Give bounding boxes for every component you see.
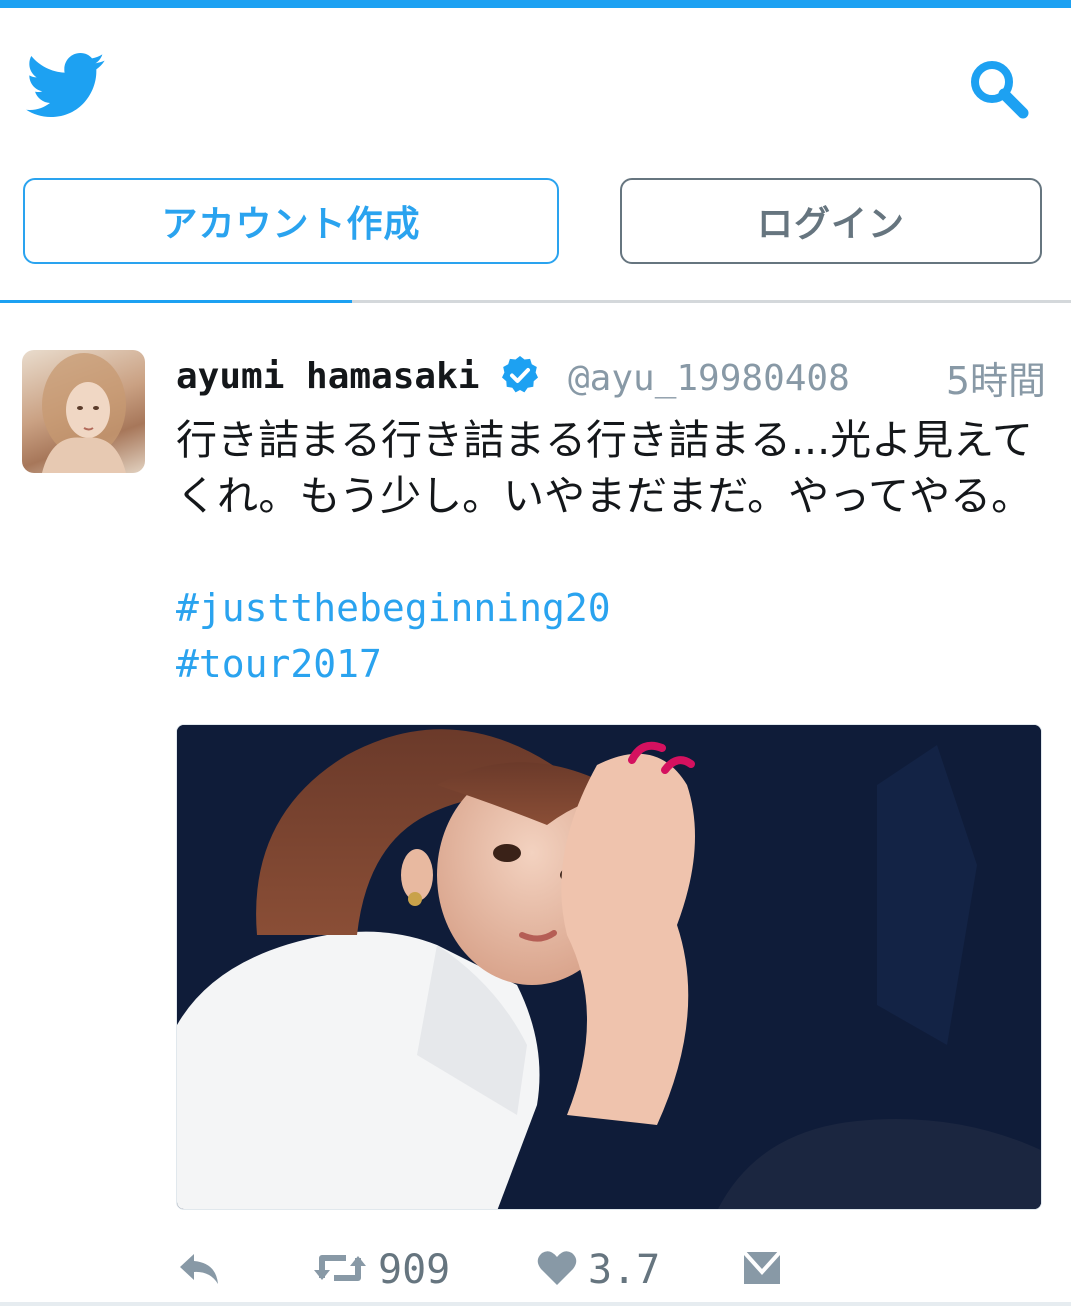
envelope-icon: [742, 1250, 782, 1290]
retweet-count: 909: [378, 1247, 451, 1293]
author-handle[interactable]: @ayu_19980408: [568, 358, 850, 399]
tweet-timestamp[interactable]: 5時間: [946, 350, 1046, 405]
tweet-actions: 909 3.7: [176, 1240, 1042, 1300]
tweet-photo[interactable]: [176, 724, 1042, 1210]
verified-badge-icon: [499, 354, 541, 396]
login-button[interactable]: ログイン: [620, 178, 1042, 264]
tab-active-indicator: [0, 300, 352, 303]
like-button[interactable]: 3.7: [536, 1240, 660, 1300]
hashtag-link[interactable]: #tour2017: [176, 642, 382, 686]
twitter-bird-icon[interactable]: [26, 52, 106, 120]
tweet-header: ayumi hamasaki @ayu_19980408 5時間: [176, 348, 1046, 408]
avatar[interactable]: [22, 350, 145, 473]
direct-message-button[interactable]: [742, 1240, 782, 1300]
retweet-button[interactable]: 909: [312, 1240, 450, 1300]
hashtag-link[interactable]: #justthebeginning20: [176, 586, 611, 630]
login-button-label: ログイン: [756, 204, 905, 245]
author-name[interactable]: ayumi hamasaki: [176, 356, 479, 397]
signup-button[interactable]: アカウント作成: [23, 178, 559, 264]
reply-icon: [176, 1248, 222, 1292]
retweet-icon: [312, 1248, 368, 1292]
signup-button-label: アカウント作成: [161, 204, 421, 245]
reply-button[interactable]: [176, 1240, 222, 1300]
search-icon[interactable]: [966, 56, 1032, 122]
heart-icon: [536, 1249, 578, 1291]
bottom-divider: [0, 1302, 1071, 1306]
tweet-text: 行き詰まる行き詰まる行き詰まる...光よ見えてくれ。もう少し。いやまだまだ。やっ…: [176, 416, 1034, 520]
like-count: 3.7: [588, 1247, 661, 1293]
top-accent-bar: [0, 0, 1071, 8]
